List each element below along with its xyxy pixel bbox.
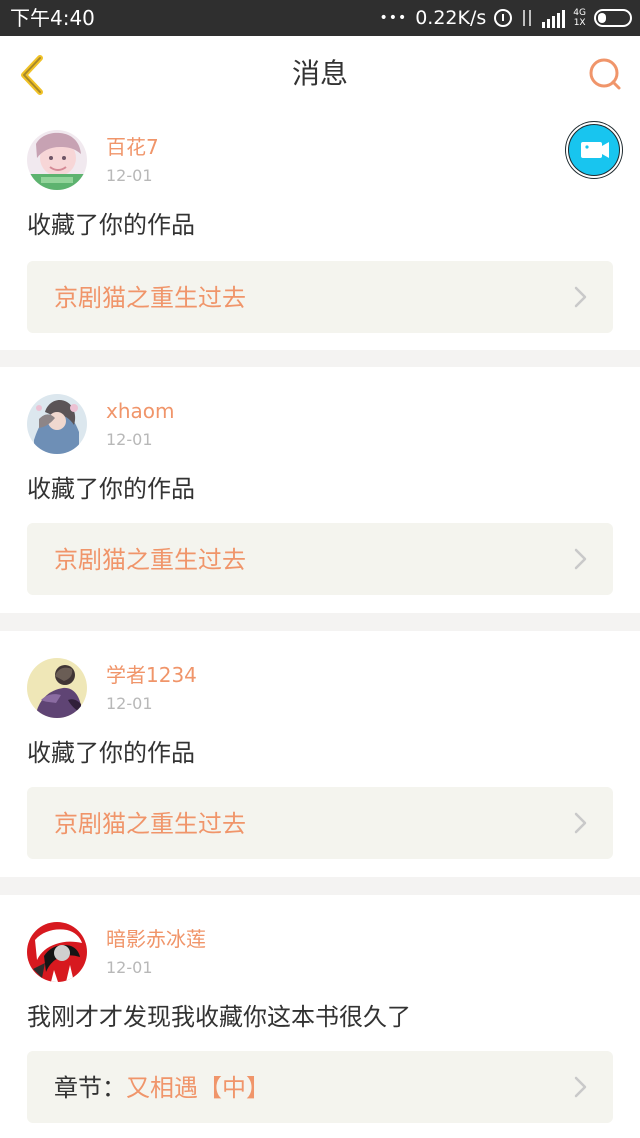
search-button[interactable]	[586, 55, 624, 93]
signal-icon	[542, 8, 566, 28]
video-camera-icon	[566, 122, 622, 178]
avatar-image	[27, 658, 87, 718]
notification-dots-icon: •••	[379, 10, 408, 26]
chapter-prefix: 章节：	[54, 1074, 126, 1102]
network-type-bottom: 1X	[573, 18, 586, 28]
message-text: 收藏了你的作品	[27, 211, 195, 239]
message-text: 我刚才才发现我收藏你这本书很久了	[27, 1003, 411, 1031]
work-title: 京剧猫之重生过去	[54, 284, 246, 312]
message-date: 12-01	[106, 166, 153, 185]
username[interactable]: 暗影赤冰莲	[106, 926, 206, 952]
message-date: 12-01	[106, 430, 153, 449]
avatar-image	[27, 130, 87, 190]
message-date: 12-01	[106, 958, 153, 977]
page-title: 消息	[291, 57, 348, 90]
chevron-right-icon	[574, 286, 587, 308]
message-date: 12-01	[106, 694, 153, 713]
top-navigation-bar: 消息	[0, 36, 640, 115]
avatar[interactable]	[27, 394, 87, 454]
avatar[interactable]	[27, 130, 87, 190]
chevron-right-icon	[574, 812, 587, 834]
username[interactable]: 学者1234	[106, 662, 197, 688]
network-type: 4G 1X	[573, 8, 586, 28]
avatar[interactable]	[27, 922, 87, 982]
status-right: ••• 0.22K/s 4G 1X	[379, 4, 632, 32]
avatar-image	[27, 394, 87, 454]
chapter-link[interactable]: 章节：又相遇【中】	[27, 1051, 613, 1123]
chevron-right-icon	[574, 1076, 587, 1098]
status-bar: 下午4:40 ••• 0.22K/s 4G 1X	[0, 0, 640, 36]
avatar-image	[27, 922, 87, 982]
search-icon	[589, 58, 621, 90]
message-card: 百花7 12-01 收藏了你的作品 京剧猫之重生过去	[0, 114, 640, 350]
status-time: 下午4:40	[10, 6, 95, 30]
message-card: xhaom 12-01 收藏了你的作品 京剧猫之重生过去	[0, 367, 640, 613]
message-card: 学者1234 12-01 收藏了你的作品 京剧猫之重生过去	[0, 631, 640, 877]
work-title: 京剧猫之重生过去	[54, 810, 246, 838]
battery-icon	[594, 9, 632, 27]
work-link[interactable]: 京剧猫之重生过去	[27, 523, 613, 595]
network-type-top: 4G	[573, 8, 586, 18]
message-text: 收藏了你的作品	[27, 475, 195, 503]
alarm-icon	[494, 9, 513, 27]
video-record-button[interactable]	[565, 121, 623, 179]
message-card: 暗影赤冰莲 12-01 我刚才才发现我收藏你这本书很久了 章节：又相遇【中】	[0, 895, 640, 1138]
data-transfer-icon	[520, 9, 534, 27]
username[interactable]: 百花7	[106, 134, 159, 160]
chevron-right-icon	[574, 548, 587, 570]
work-link[interactable]: 京剧猫之重生过去	[27, 261, 613, 333]
username[interactable]: xhaom	[106, 398, 175, 424]
message-text: 收藏了你的作品	[27, 739, 195, 767]
network-speed: 0.22K/s	[415, 7, 487, 29]
work-link[interactable]: 京剧猫之重生过去	[27, 787, 613, 859]
work-title: 京剧猫之重生过去	[54, 546, 246, 574]
chapter-title: 又相遇【中】	[126, 1074, 270, 1102]
chapter-title-line: 章节：又相遇【中】	[54, 1073, 270, 1103]
avatar[interactable]	[27, 658, 87, 718]
